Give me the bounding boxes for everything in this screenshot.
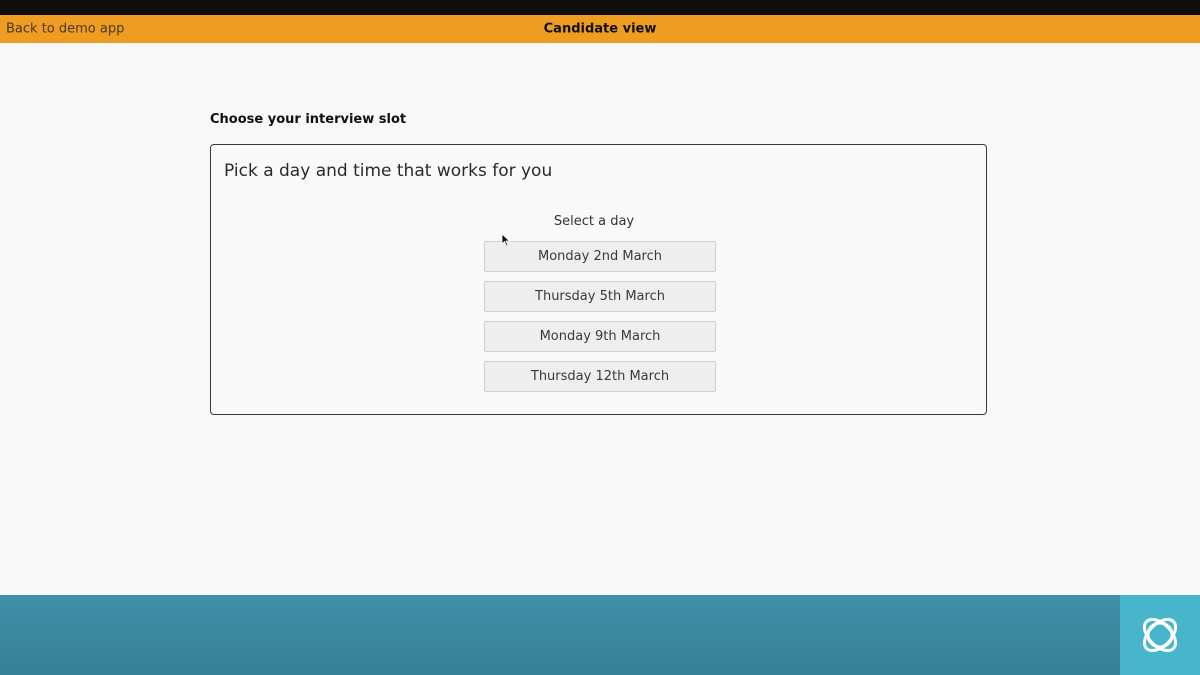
section-title: Choose your interview slot: [210, 112, 407, 127]
top-black-bar: [0, 0, 1200, 15]
day-option-thursday-12th-march[interactable]: Thursday 12th March: [484, 361, 716, 392]
day-options-list: Monday 2nd March Thursday 5th March Mond…: [484, 241, 716, 401]
footer-bar: [0, 595, 1200, 675]
slot-picker-card: Pick a day and time that works for you S…: [210, 144, 987, 415]
header-bar: Back to demo app Candidate view: [0, 15, 1200, 43]
day-option-monday-2nd-march[interactable]: Monday 2nd March: [484, 241, 716, 272]
page-title: Candidate view: [543, 21, 657, 37]
day-option-monday-9th-march[interactable]: Monday 9th March: [484, 321, 716, 352]
mouse-cursor-icon: [501, 233, 511, 247]
select-day-label: Select a day: [553, 214, 635, 229]
main-content: Choose your interview slot Pick a day an…: [0, 43, 1200, 595]
orbital-logo-icon: [1120, 595, 1200, 675]
day-option-thursday-5th-march[interactable]: Thursday 5th March: [484, 281, 716, 312]
card-heading: Pick a day and time that works for you: [224, 161, 553, 181]
